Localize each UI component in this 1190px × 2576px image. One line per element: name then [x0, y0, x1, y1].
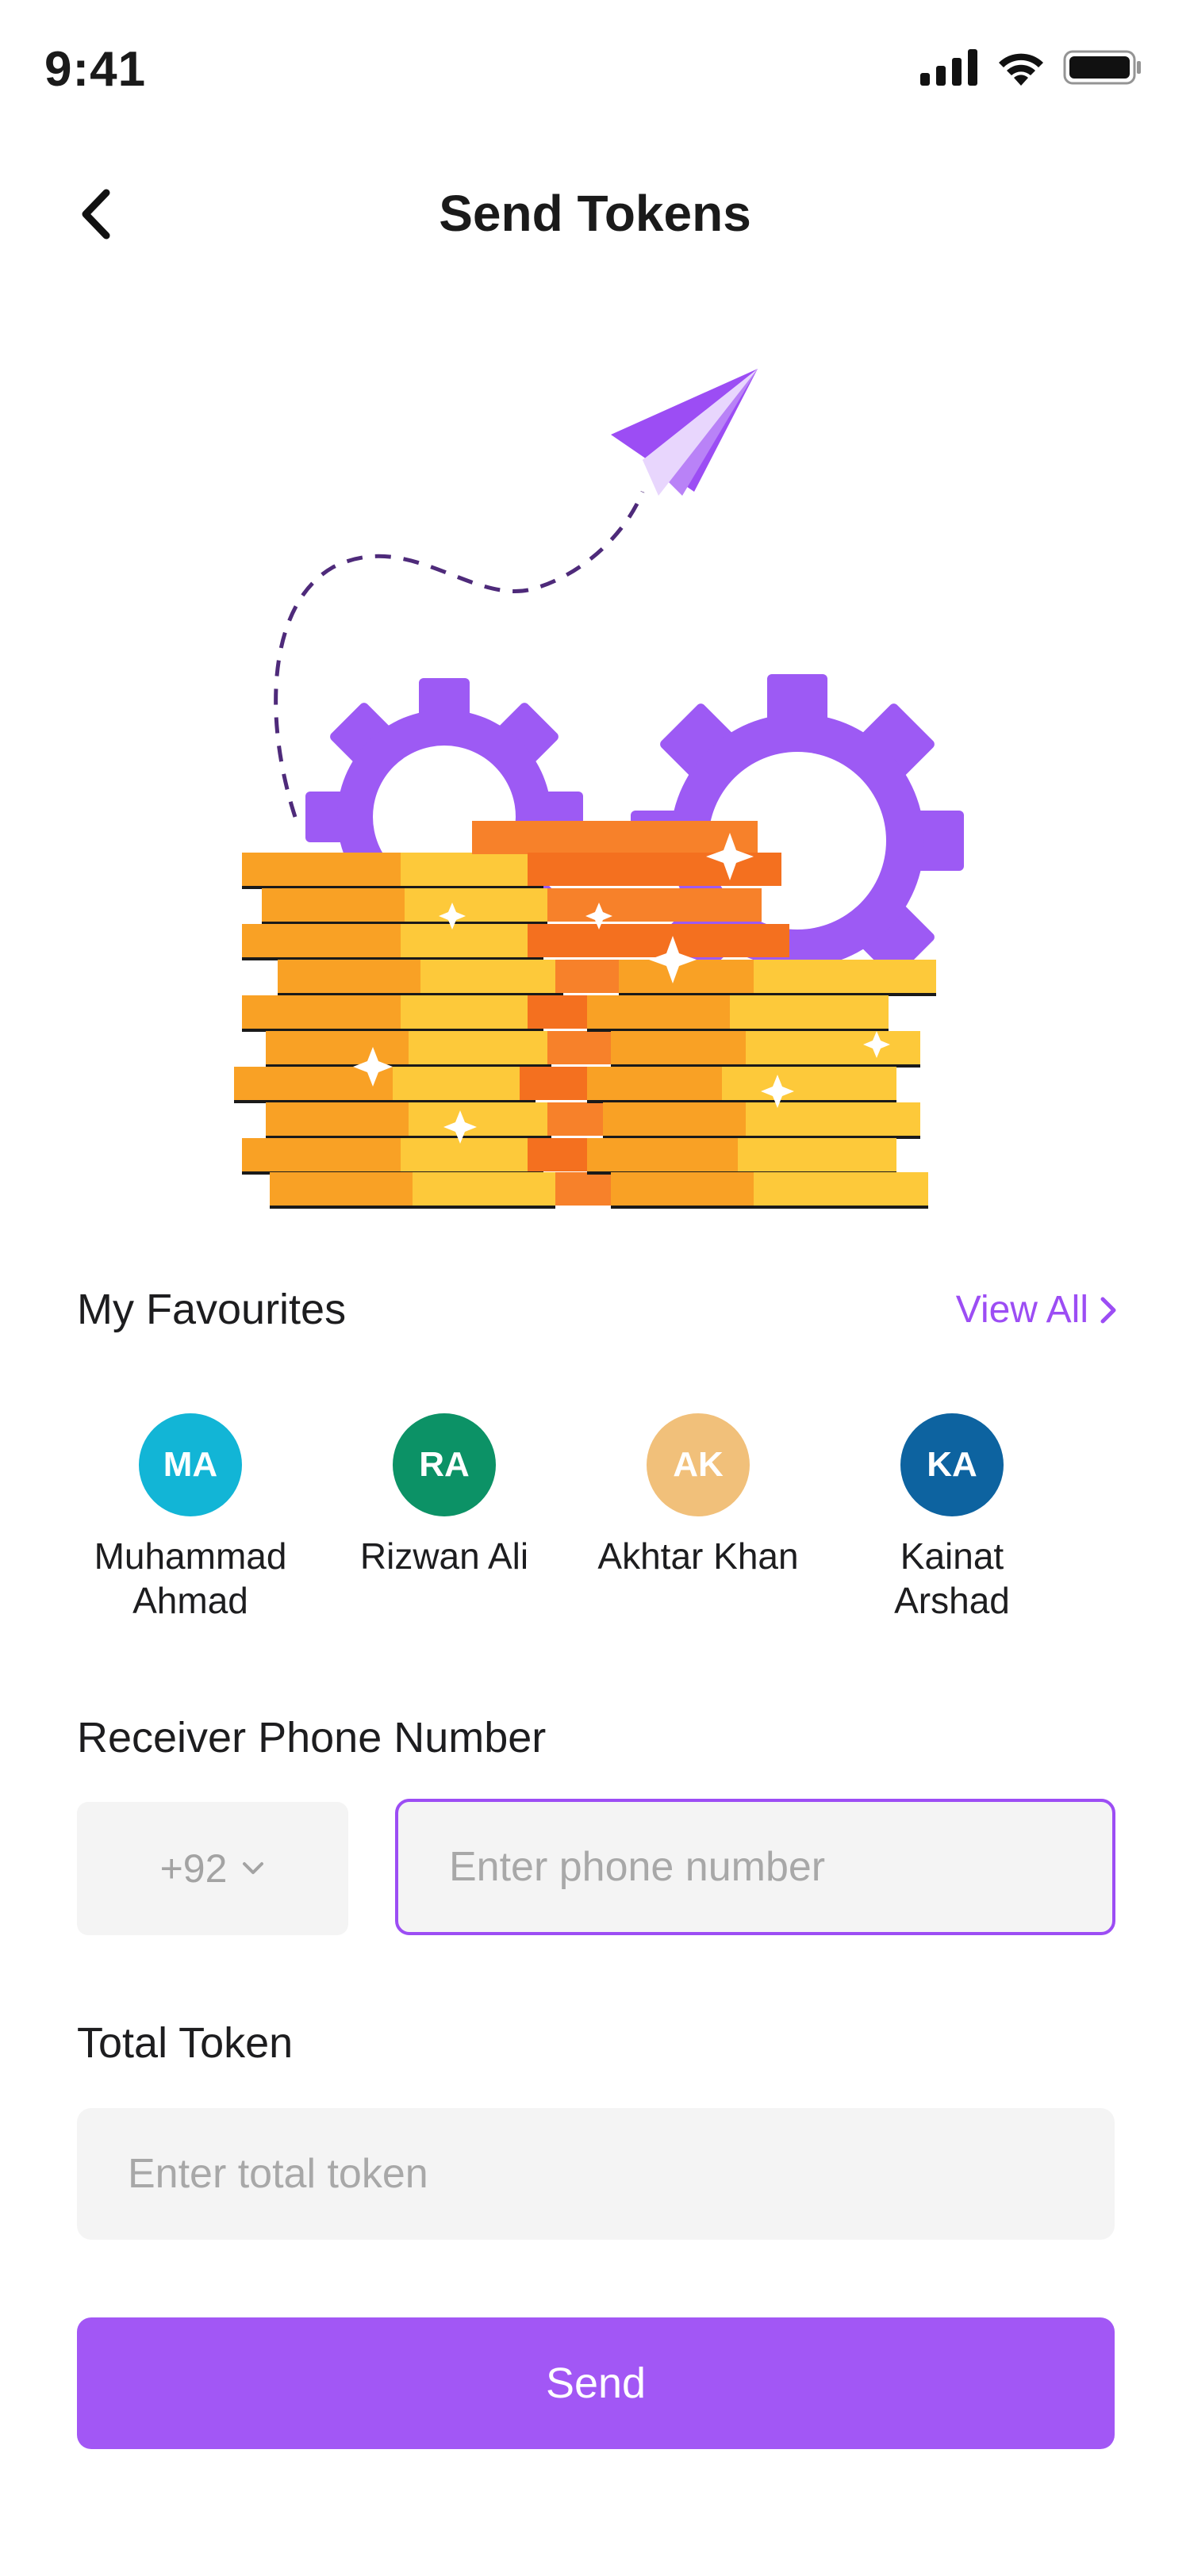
- favourite-akhtar-khan[interactable]: AK Akhtar Khan: [579, 1413, 817, 1578]
- status-icons: [920, 49, 1142, 86]
- favourite-name: Rizwan Ali: [359, 1535, 529, 1577]
- favourite-name: Muhammad Ahmad: [94, 1535, 287, 1621]
- total-token-label: Total Token: [77, 2019, 294, 2067]
- country-code-value: +92: [159, 1846, 228, 1891]
- avatar: MA: [139, 1413, 242, 1516]
- status-time: 9:41: [44, 42, 147, 97]
- avatar: AK: [647, 1413, 750, 1516]
- battery-icon: [1063, 50, 1141, 85]
- page-title: Send Tokens: [439, 185, 751, 242]
- favourite-rizwan-ali[interactable]: RA Rizwan Ali: [325, 1413, 563, 1578]
- paper-plane-icon: [611, 369, 758, 496]
- total-token-input[interactable]: [77, 2108, 1115, 2240]
- chevron-down-icon: [243, 1862, 264, 1874]
- chevron-right-icon: [1100, 1297, 1116, 1323]
- avatar: RA: [393, 1413, 496, 1516]
- wifi-icon: [999, 53, 1043, 86]
- favourite-name: Akhtar Khan: [597, 1535, 799, 1577]
- phone-number-input[interactable]: [395, 1799, 1115, 1935]
- view-all-link[interactable]: View All: [956, 1288, 1117, 1332]
- view-all-label: View All: [955, 1289, 1088, 1331]
- send-tokens-illustration: [234, 369, 964, 1209]
- favourite-name: Kainat Arshad: [894, 1535, 1010, 1621]
- signal-icon: [920, 49, 977, 86]
- send-button[interactable]: Send: [77, 2317, 1115, 2449]
- favourite-muhammad-ahmad[interactable]: MA Muhammad Ahmad: [71, 1413, 309, 1623]
- avatar: KA: [900, 1413, 1004, 1516]
- favourites-title: My Favourites: [77, 1286, 347, 1333]
- favourite-kainat-arshad[interactable]: KA Kainat Arshad: [833, 1413, 1071, 1623]
- receiver-phone-label: Receiver Phone Number: [77, 1714, 547, 1761]
- country-code-select[interactable]: +92: [77, 1802, 348, 1935]
